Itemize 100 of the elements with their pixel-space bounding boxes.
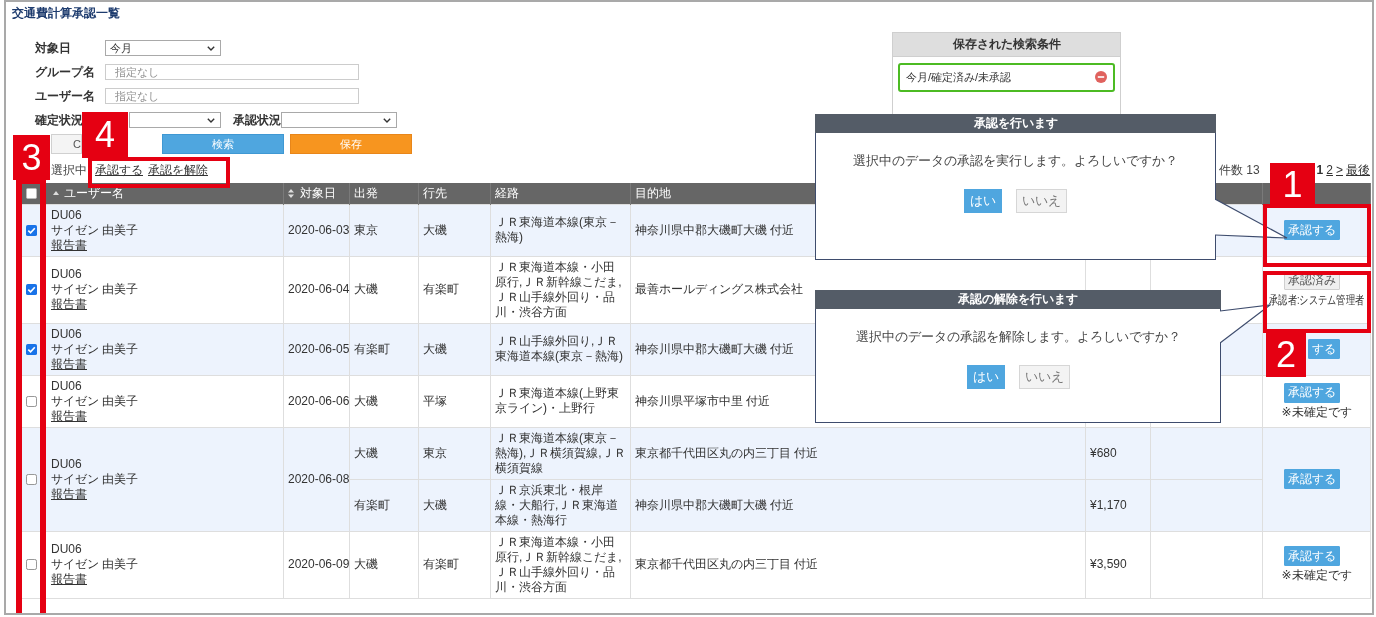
report-link[interactable]: 報告書 [51, 572, 87, 587]
bulk-action-link[interactable]: 承認を解除 [148, 161, 208, 179]
step-number: 2 [1266, 332, 1306, 377]
table-cell: 有楽町 [349, 479, 419, 531]
step-number: 3 [13, 135, 50, 180]
table-cell: 東京 [418, 427, 491, 479]
clear-button[interactable]: C [51, 134, 82, 154]
row-checkbox[interactable] [26, 559, 37, 571]
chevron-down-icon [207, 118, 215, 123]
panel-header: 保存された検索条件 [893, 33, 1120, 57]
selection-label: 選択中 [51, 161, 87, 179]
user-name: サイゼン 由美子 [51, 557, 139, 572]
table-cell: ¥3,590 [1085, 531, 1151, 598]
table-cell: 大磯 [418, 323, 491, 375]
bulk-action-link[interactable]: 承認する [95, 161, 143, 179]
field-label: 承認状況 [233, 111, 281, 129]
user-id: DU06 [51, 542, 82, 557]
select-all-checkbox[interactable] [25, 188, 37, 200]
text-field[interactable]: 指定なし [105, 64, 359, 80]
next-page-link[interactable]: > [1336, 163, 1343, 177]
last-page-link[interactable]: 最後 [1346, 161, 1370, 179]
field-label: 対象日 [35, 39, 72, 57]
row-checkbox[interactable] [26, 284, 37, 296]
dialog-title: 承認を行います [815, 114, 1216, 133]
user-name: サイゼン 由美子 [51, 393, 139, 409]
select-field[interactable]: 今月 [105, 40, 221, 56]
table-cell: 2020-06-06 [283, 375, 350, 427]
step-number: 4 [82, 112, 128, 158]
dialog-message: 選択中のデータの承認を実行します。よろしいですか？ [853, 153, 1178, 169]
table-cell: 2020-06-03 [283, 204, 350, 256]
row-checkbox[interactable] [26, 395, 37, 407]
report-link[interactable]: 報告書 [51, 237, 87, 253]
page-link[interactable]: 1 [1316, 163, 1324, 177]
table-cell: ＪＲ東海道本線・小田原行,ＪＲ新幹線こだま,ＪＲ山手線外回り・品川・渋谷方面 [490, 531, 631, 598]
table-cell: ＪＲ京浜東北・根岸線・大船行,ＪＲ東海道本線・熱海行 [490, 479, 631, 531]
user-name: サイゼン 由美子 [51, 282, 139, 297]
table-cell: 大磯 [349, 375, 419, 427]
user-id: DU06 [51, 207, 82, 223]
status-note: ※未確定です [1281, 568, 1352, 583]
column-header: 出発 [354, 185, 378, 200]
report-link[interactable]: 報告書 [51, 297, 87, 312]
table-cell: 有楽町 [418, 256, 491, 323]
user-name: サイゼン 由美子 [51, 471, 139, 487]
table-cell: ＪＲ東海道本線・小田原行,ＪＲ新幹線こだま,ＪＲ山手線外回り・品川・渋谷方面 [490, 256, 631, 323]
field-label: グループ名 [35, 63, 96, 81]
column-header: 目的地 [635, 185, 671, 200]
table-cell: ＪＲ東海道本線(上野東京ライン)・上野行 [490, 375, 631, 427]
table-cell: 2020-06-08 [283, 427, 350, 531]
page-link[interactable]: 2 [1326, 163, 1333, 177]
cancel-button[interactable]: いいえ [1018, 365, 1070, 389]
field-label: ユーザー名 [35, 87, 96, 105]
table-cell: 2020-06-04 [283, 256, 350, 323]
column-header: ユーザー名 [64, 185, 125, 200]
select-field[interactable] [281, 112, 397, 128]
user-id: DU06 [51, 267, 82, 282]
sort-icon[interactable] [288, 188, 294, 198]
table-cell: 有楽町 [349, 323, 419, 375]
user-id: DU06 [51, 326, 82, 342]
table-cell: 東京都千代田区丸の内三丁目 付近 [630, 427, 1086, 479]
table-cell: ＪＲ山手線外回り,ＪＲ東海道本線(東京－熱海) [490, 323, 631, 375]
step-number: 1 [1270, 163, 1315, 206]
report-link[interactable]: 報告書 [51, 486, 87, 502]
select-field[interactable] [129, 112, 221, 128]
report-link[interactable]: 報告書 [51, 408, 87, 424]
row-checkbox[interactable] [26, 343, 37, 355]
table-cell: ＪＲ東海道本線(東京－熱海) [490, 204, 631, 256]
chevron-down-icon [383, 118, 391, 123]
row-checkbox[interactable] [26, 224, 37, 236]
table-cell: 東京都千代田区丸の内三丁目 付近 [630, 531, 1086, 598]
table-cell: 平塚 [418, 375, 491, 427]
minus-circle-icon[interactable] [1095, 71, 1107, 83]
dialog-title: 承認の解除を行います [815, 290, 1221, 309]
user-name: サイゼン 由美子 [51, 341, 139, 357]
column-header: 経路 [495, 185, 519, 200]
chevron-down-icon [207, 46, 215, 51]
table-cell: 東京 [349, 204, 419, 256]
table-cell: 2020-06-09 [283, 531, 350, 598]
table-cell: 大磯 [349, 427, 419, 479]
sort-ascending-icon[interactable] [53, 191, 59, 196]
table-cell: ¥1,170 [1085, 479, 1151, 531]
table-cell: 2020-06-05 [283, 323, 350, 375]
table-cell: ＪＲ東海道本線(東京－熱海),ＪＲ横須賀線,ＪＲ横須賀線 [490, 427, 631, 479]
column-header: 行先 [423, 185, 447, 200]
saved-search-item[interactable]: 今月/確定済み/未承認 [898, 63, 1115, 92]
text-field[interactable]: 指定なし [105, 88, 359, 104]
row-checkbox[interactable] [26, 473, 37, 485]
approver-text: 承認者:システム管理者 [1269, 292, 1364, 308]
status-note: ※未確定です [1281, 404, 1352, 420]
table-cell: 大磯 [418, 479, 491, 531]
result-count: 件数 13 [1218, 161, 1260, 179]
field-label: 確定状況 [35, 111, 84, 129]
table-cell: 有楽町 [418, 531, 491, 598]
table-cell: 神奈川県中郡大磯町大磯 付近 [630, 479, 1086, 531]
user-id: DU06 [51, 456, 82, 472]
report-link[interactable]: 報告書 [51, 356, 87, 372]
column-header: 対象日 [300, 185, 337, 200]
table-cell: ¥680 [1085, 427, 1151, 479]
table-cell: 大磯 [349, 256, 419, 323]
user-id: DU06 [51, 378, 82, 394]
cancel-button[interactable]: いいえ [1016, 189, 1067, 213]
